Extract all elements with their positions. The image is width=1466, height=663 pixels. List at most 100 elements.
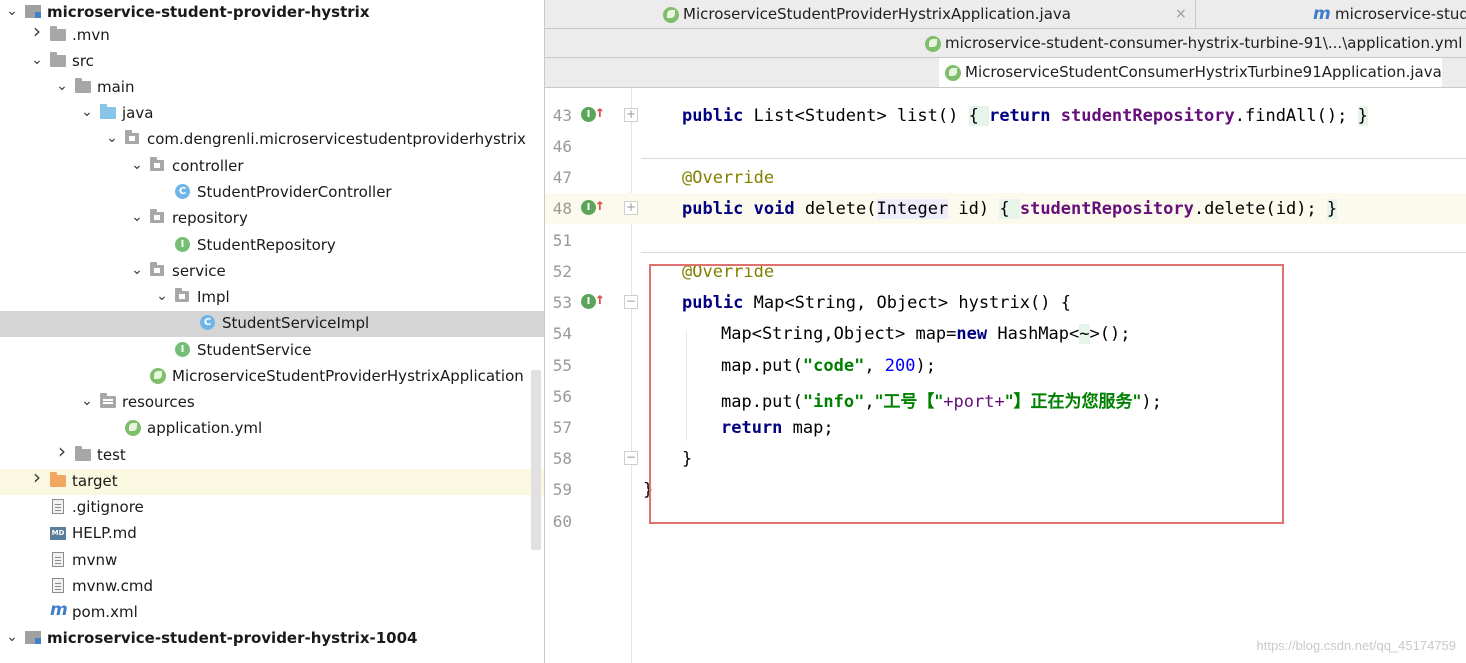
editor-tab-row-1: MicroserviceStudentProviderHystrixApplic…	[545, 0, 1466, 29]
tree-item[interactable]: C StudentProviderController	[0, 180, 544, 206]
code-token: delete(	[794, 199, 877, 219]
tree-item[interactable]: ⌄ microservice-student-provider-hystrix-1…	[0, 626, 544, 652]
tree-item[interactable]: mvnw	[0, 548, 544, 574]
implements-marker-icon[interactable]: I	[581, 200, 596, 215]
line-number: 60	[552, 512, 572, 531]
tree-item-label: main	[97, 78, 135, 96]
code-editor[interactable]: 43 I ↑ + public List<Student> list() { r…	[545, 88, 1466, 663]
chevron-right-icon[interactable]: ›	[29, 467, 45, 487]
tab-microservice-stud-pom[interactable]: m microservice-stud	[1307, 0, 1466, 28]
chevron-down-icon[interactable]: ⌄	[104, 130, 120, 146]
editor-tab-row-3: MicroserviceStudentConsumerHystrixTurbin…	[545, 58, 1466, 88]
tree-item[interactable]: ⌄ src	[0, 49, 544, 75]
tree-item-label: microservice-student-provider-hystrix-10…	[47, 629, 418, 647]
spring-yml-icon	[925, 35, 941, 52]
code-line-43: 43 I ↑ + public List<Student> list() { r…	[545, 100, 1466, 131]
tree-item[interactable]: › target	[0, 467, 544, 495]
tree-item-label: test	[97, 446, 126, 464]
close-icon[interactable]: ×	[1175, 0, 1187, 28]
tab-label: MicroserviceStudentConsumerHystrixTurbin…	[965, 63, 1442, 81]
implements-marker-icon[interactable]: I	[581, 107, 596, 122]
implements-marker-icon[interactable]: I	[581, 294, 596, 309]
fold-collapse-icon[interactable]: −	[624, 295, 638, 309]
project-tree-panel: ⌄ microservice-student-provider-hystrix ›.…	[0, 0, 545, 663]
tab-label: microservice-stud	[1335, 5, 1466, 23]
tree-item-label: com.dengrenli.microservicestudentprovide…	[147, 130, 526, 148]
tab-microservice-student-provider-hystrix-application[interactable]: MicroserviceStudentProviderHystrixApplic…	[657, 0, 1071, 28]
maven-icon: m	[1313, 3, 1331, 24]
fold-expand-icon[interactable]: +	[624, 201, 638, 215]
code-token: List<Student> list()	[743, 106, 969, 126]
chevron-down-icon[interactable]: ⌄	[79, 393, 95, 409]
line-number: 57	[552, 418, 572, 437]
chevron-down-icon[interactable]: ⌄	[129, 157, 145, 173]
tree-item[interactable]: MicroserviceStudentProviderHystrixApplic…	[0, 364, 544, 390]
text-file-icon	[50, 499, 66, 515]
chevron-right-icon[interactable]: ›	[29, 21, 45, 41]
tree-item[interactable]: application.yml	[0, 416, 544, 442]
tree-item[interactable]: ⌄ repository	[0, 206, 544, 232]
chevron-down-icon[interactable]: ⌄	[29, 52, 45, 68]
tree-item[interactable]: ⌄ service	[0, 259, 544, 285]
tree-item[interactable]: m pom.xml	[0, 600, 544, 626]
excluded-folder-icon	[50, 472, 66, 489]
code-token: id)	[948, 199, 1000, 219]
markdown-file-icon: MD	[50, 525, 66, 541]
code-token: }	[1357, 106, 1368, 126]
tab-label: microservice-student-consumer-hystrix-tu…	[945, 34, 1463, 52]
code-token: void	[753, 199, 795, 219]
chevron-down-icon[interactable]: ⌄	[54, 78, 70, 94]
chevron-down-icon[interactable]: ⌄	[129, 262, 145, 278]
line-number: 52	[552, 262, 572, 281]
tree-item[interactable]: ⌄ main	[0, 75, 544, 101]
highlight-annotation-box	[649, 264, 1284, 524]
chevron-right-icon[interactable]: ›	[54, 441, 70, 461]
override-arrow-icon[interactable]: ↑	[595, 289, 605, 308]
tree-item-label: service	[172, 262, 226, 280]
tree-item[interactable]: ⌄ resources	[0, 390, 544, 416]
chevron-down-icon[interactable]: ⌄	[154, 288, 170, 304]
tree-item[interactable]: ⌄ java	[0, 101, 544, 127]
fold-expand-icon[interactable]: +	[624, 108, 638, 122]
tree-item[interactable]: .gitignore	[0, 495, 544, 521]
override-arrow-icon[interactable]: ↑	[595, 102, 605, 121]
tab-turbine-91-application[interactable]: MicroserviceStudentConsumerHystrixTurbin…	[939, 58, 1442, 87]
chevron-down-icon[interactable]: ⌄	[4, 629, 20, 645]
maven-icon: m	[50, 600, 68, 620]
tree-item[interactable]: MD HELP.md	[0, 521, 544, 547]
fold-end-icon[interactable]: −	[624, 451, 638, 465]
code-token: Integer	[876, 199, 949, 219]
tree-item[interactable]: ⌄ controller	[0, 154, 544, 180]
spring-class-icon	[150, 368, 166, 384]
folder-icon	[75, 78, 91, 95]
tree-item[interactable]: ⌄ Impl	[0, 285, 544, 311]
tree-item[interactable]: › .mvn	[0, 21, 544, 49]
chevron-down-icon[interactable]: ⌄	[129, 209, 145, 225]
override-arrow-icon[interactable]: ↑	[595, 195, 605, 214]
tree-item[interactable]: I StudentService	[0, 338, 544, 364]
code-line-48: 48 I ↑ + public void delete(Integer id) …	[545, 193, 1466, 224]
folder-icon	[75, 446, 91, 463]
module-icon	[25, 630, 41, 646]
tree-item-label: StudentService	[197, 341, 312, 359]
chevron-down-icon[interactable]: ⌄	[4, 3, 20, 19]
tree-item[interactable]: I StudentRepository	[0, 233, 544, 259]
tree-item-label: mvnw.cmd	[72, 577, 154, 595]
text-file-icon	[50, 552, 66, 568]
code-token: .findAll();	[1234, 106, 1358, 126]
text-file-icon	[50, 578, 66, 594]
class-icon: C	[200, 315, 216, 331]
code-token: return	[989, 106, 1051, 126]
tree-item[interactable]: › test	[0, 441, 544, 469]
tree-item[interactable]: mvnw.cmd	[0, 574, 544, 600]
chevron-down-icon[interactable]: ⌄	[79, 104, 95, 120]
class-icon: C	[175, 184, 191, 200]
tree-item-label: application.yml	[147, 419, 263, 437]
tab-turbine-application-yml[interactable]: microservice-student-consumer-hystrix-tu…	[919, 29, 1462, 57]
tree-item[interactable]: C StudentServiceImpl	[0, 311, 544, 337]
package-icon	[175, 288, 191, 305]
tree-item[interactable]: ⌄ com.dengrenli.microservicestudentprovid…	[0, 127, 544, 153]
tree-scrollbar[interactable]	[531, 370, 541, 550]
